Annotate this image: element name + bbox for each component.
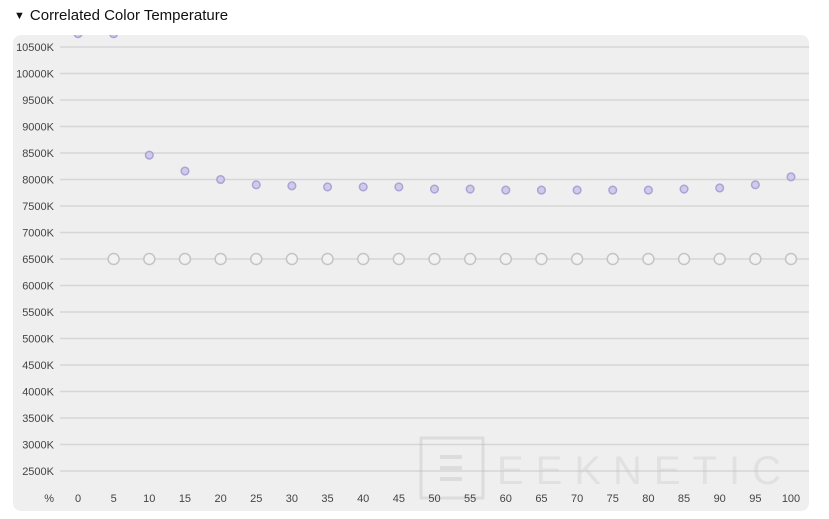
- x-tick-label: 65: [535, 493, 547, 505]
- x-tick-label: 45: [393, 493, 405, 505]
- measured-point: [786, 172, 796, 182]
- x-tick-label: 70: [571, 493, 583, 505]
- reference-point: [463, 252, 477, 266]
- reference-point: [428, 252, 441, 266]
- y-tick-label: 3000K: [22, 440, 54, 452]
- y-tick-label: 9500K: [22, 95, 54, 107]
- measured-point: [465, 184, 475, 194]
- reference-point: [784, 252, 798, 266]
- reference-point: [356, 252, 370, 266]
- y-tick-label: 5500K: [22, 307, 54, 319]
- svg-text:EEKNETIC: EEKNETIC: [497, 449, 793, 493]
- reference-point: [107, 252, 120, 266]
- measured-point: [287, 181, 297, 191]
- reference-point: [392, 252, 406, 266]
- x-tick-label: 85: [678, 493, 690, 505]
- y-tick-label: 4500K: [22, 360, 54, 372]
- cct-chart: EEKNETIC 10500K 10000K 9500K 9000K 8500K 8000…: [13, 35, 809, 511]
- measured-point: [358, 182, 368, 192]
- x-axis-label: %: [44, 493, 54, 505]
- x-tick-label: 20: [214, 493, 226, 505]
- x-tick-label: 15: [179, 493, 191, 505]
- measured-point: [144, 150, 154, 160]
- reference-point: [178, 252, 192, 266]
- y-tick-label: 10000K: [16, 69, 55, 81]
- measured-point: [679, 184, 689, 194]
- reference-point: [570, 252, 584, 266]
- measured-point: [251, 180, 261, 190]
- x-tick-label: 0: [75, 493, 81, 505]
- y-tick-label: 8000K: [22, 175, 54, 187]
- x-tick-label: 90: [714, 493, 726, 505]
- x-tick-label: 55: [464, 493, 476, 505]
- x-tick-label: 10: [143, 493, 155, 505]
- reference-point: [250, 252, 263, 266]
- x-tick-label: 35: [321, 493, 333, 505]
- measured-point: [643, 185, 653, 195]
- x-tick-label: 100: [782, 493, 800, 505]
- x-tick-label: 40: [357, 493, 369, 505]
- measured-point: [216, 174, 226, 185]
- measured-point: [323, 182, 333, 192]
- x-tick-label: 60: [500, 493, 512, 505]
- x-tick-label: 50: [428, 493, 440, 505]
- reference-point: [606, 252, 619, 266]
- measured-point: [180, 166, 190, 176]
- measured-point: [73, 35, 83, 39]
- x-tick-label: 95: [749, 493, 761, 505]
- y-tick-label: 4000K: [22, 387, 54, 399]
- x-tick-label: 80: [642, 493, 654, 505]
- y-tick-label: 2500K: [22, 466, 54, 478]
- y-tick-label: 8500K: [22, 148, 54, 160]
- plot-background: [13, 35, 809, 511]
- x-tick-label: 5: [111, 493, 117, 505]
- reference-point: [535, 252, 548, 266]
- measured-point: [429, 184, 440, 194]
- reference-point: [713, 252, 726, 266]
- reference-point: [677, 252, 691, 266]
- reference-point: [321, 252, 334, 266]
- x-tick-label: 30: [286, 493, 298, 505]
- measured-point: [394, 182, 404, 192]
- x-tick-label: 75: [607, 493, 619, 505]
- y-tick-label: 5000K: [22, 334, 54, 346]
- reference-point: [143, 252, 156, 266]
- y-tick-label: 10500K: [16, 42, 55, 54]
- measured-point: [750, 180, 760, 190]
- y-tick-label: 6000K: [22, 281, 54, 293]
- measured-point: [715, 183, 725, 193]
- x-tick-label: 25: [250, 493, 262, 505]
- measured-point: [536, 185, 547, 195]
- y-tick-label: 6500K: [22, 254, 54, 266]
- reference-point: [499, 252, 513, 266]
- y-tick-label: 9000K: [22, 122, 54, 134]
- reference-point: [285, 252, 299, 266]
- y-tick-label: 3500K: [22, 413, 54, 425]
- measured-point: [608, 185, 618, 195]
- y-tick-label: 7500K: [22, 201, 54, 213]
- reference-point: [749, 252, 762, 266]
- measured-point: [109, 35, 119, 39]
- y-tick-label: 7000K: [22, 228, 54, 240]
- reference-point: [214, 252, 227, 266]
- reference-point: [642, 252, 655, 266]
- measured-point: [501, 185, 511, 195]
- measured-point: [572, 185, 582, 195]
